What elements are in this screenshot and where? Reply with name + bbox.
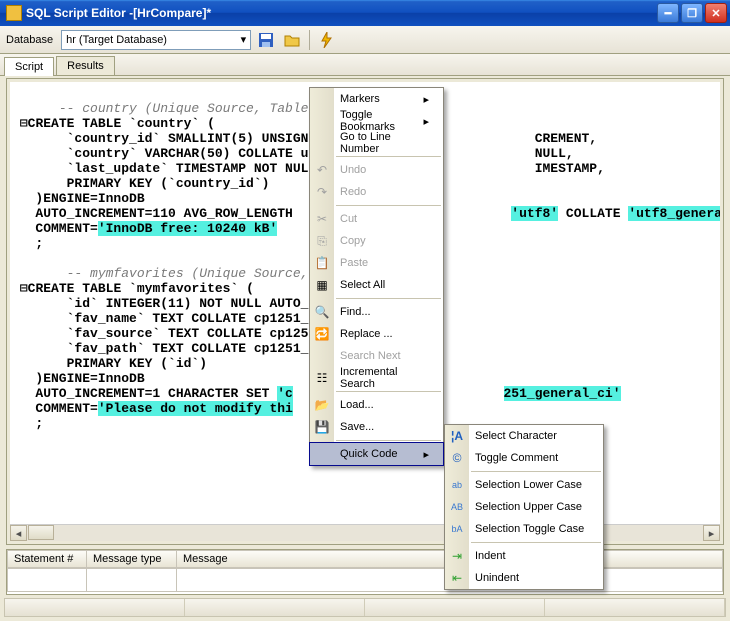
editor-tabs: Script Results (0, 54, 730, 76)
redo-icon: ↷ (314, 184, 330, 200)
lightning-icon (320, 32, 334, 48)
floppy-icon (258, 32, 274, 48)
replace-icon: 🔁 (314, 326, 330, 342)
message-grid: Statement # Message type Message (6, 549, 724, 595)
title-bar: SQL Script Editor -[HrCompare]* ━ ❐ ✕ (0, 0, 730, 26)
save-button[interactable] (255, 29, 277, 51)
cut-icon: ✂ (314, 211, 330, 227)
context-menu: Markers▸ Toggle Bookmarks▸ Go to Line Nu… (309, 87, 444, 466)
folder-icon: 📂 (314, 397, 330, 413)
comment-icon: © (449, 450, 465, 466)
quick-code-submenu: ¦ASelect Character ©Toggle Comment abSel… (444, 424, 604, 590)
lowercase-icon: ab (449, 477, 465, 493)
undo-icon: ↶ (314, 162, 330, 178)
menu-undo[interactable]: ↶Undo (310, 159, 443, 181)
menu-indent[interactable]: ⇥Indent (445, 545, 603, 567)
database-label: Database (6, 34, 53, 46)
inc-search-icon: ☷ (314, 370, 330, 386)
selectall-icon: ▦ (314, 277, 330, 293)
window-title: SQL Script Editor -[HrCompare]* (26, 6, 655, 20)
togglecase-icon: bA (449, 521, 465, 537)
menu-toggle-bookmarks[interactable]: Toggle Bookmarks▸ (310, 110, 443, 132)
scroll-right-icon[interactable]: ▸ (703, 525, 720, 541)
floppy-icon: 💾 (314, 419, 330, 435)
uppercase-icon: AB (449, 499, 465, 515)
paste-icon: 📋 (314, 255, 330, 271)
menu-goto-line[interactable]: Go to Line Number (310, 132, 443, 154)
menu-selection-toggle[interactable]: bASelection Toggle Case (445, 518, 603, 540)
menu-load[interactable]: 📂Load... (310, 394, 443, 416)
menu-select-character[interactable]: ¦ASelect Character (445, 425, 603, 447)
col-statement[interactable]: Statement # (7, 550, 87, 568)
menu-select-all[interactable]: ▦Select All (310, 274, 443, 296)
tab-script[interactable]: Script (4, 57, 54, 76)
copy-icon: ⎘ (314, 233, 330, 249)
minimize-button[interactable]: ━ (657, 3, 679, 23)
tab-results[interactable]: Results (56, 56, 115, 75)
horizontal-scrollbar[interactable]: ◂ ▸ (10, 524, 720, 541)
app-icon (6, 5, 22, 21)
menu-selection-upper[interactable]: ABSelection Upper Case (445, 496, 603, 518)
table-row (7, 568, 723, 592)
scroll-left-icon[interactable]: ◂ (10, 525, 27, 541)
col-msgtype[interactable]: Message type (87, 550, 177, 568)
menu-unindent[interactable]: ⇤Unindent (445, 567, 603, 589)
toolbar: Database hr (Target Database) (0, 26, 730, 54)
maximize-button[interactable]: ❐ (681, 3, 703, 23)
menu-paste[interactable]: 📋Paste (310, 252, 443, 274)
execute-button[interactable] (316, 29, 338, 51)
menu-find[interactable]: 🔍Find... (310, 301, 443, 323)
menu-search-next[interactable]: Search Next (310, 345, 443, 367)
database-combo[interactable]: hr (Target Database) (61, 30, 251, 50)
scroll-thumb[interactable] (28, 525, 54, 540)
menu-toggle-comment[interactable]: ©Toggle Comment (445, 447, 603, 469)
char-icon: ¦A (449, 428, 465, 444)
close-button[interactable]: ✕ (705, 3, 727, 23)
menu-markers[interactable]: Markers▸ (310, 88, 443, 110)
menu-replace[interactable]: 🔁Replace ... (310, 323, 443, 345)
menu-quick-code[interactable]: Quick Code▸ (310, 443, 443, 465)
open-button[interactable] (281, 29, 303, 51)
folder-icon (284, 32, 300, 48)
status-bar (4, 598, 726, 617)
menu-redo[interactable]: ↷Redo (310, 181, 443, 203)
menu-cut[interactable]: ✂Cut (310, 208, 443, 230)
indent-icon: ⇥ (449, 548, 465, 564)
find-icon: 🔍 (314, 304, 330, 320)
menu-copy[interactable]: ⎘Copy (310, 230, 443, 252)
menu-save[interactable]: 💾Save... (310, 416, 443, 438)
menu-selection-lower[interactable]: abSelection Lower Case (445, 474, 603, 496)
menu-incremental-search[interactable]: ☷Incremental Search (310, 367, 443, 389)
unindent-icon: ⇤ (449, 570, 465, 586)
